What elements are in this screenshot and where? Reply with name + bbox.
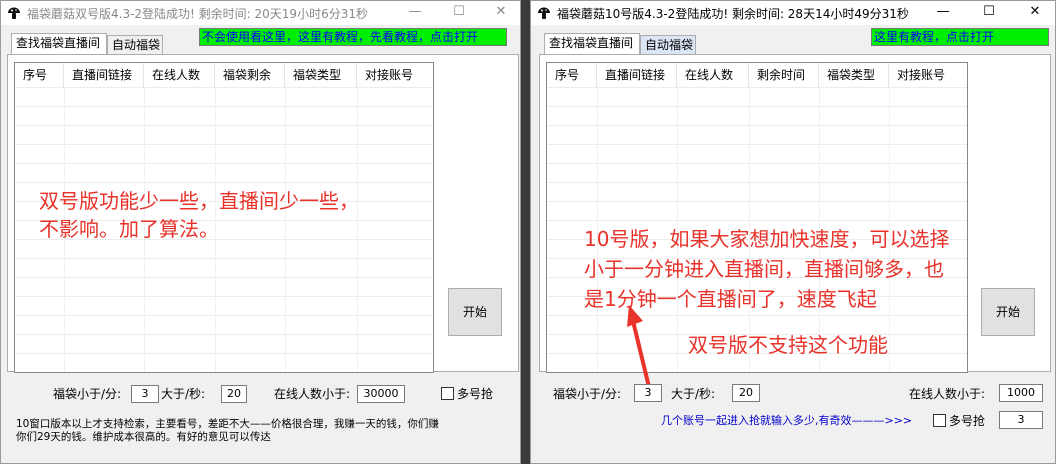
mushroom-icon [8,7,20,19]
info-line: 你们29天的钱。维护成本很高的。有好的意见可以传达 [16,431,271,443]
multi-account-hint: 几个账号一起进入抢就输入多少,有奇效———>>> [661,414,913,427]
room-list[interactable]: 序号 直播间链接 在线人数 剩余时间 福袋类型 对接账号 [546,62,968,373]
start-button[interactable]: 开始 [981,288,1035,336]
label-bag-lt-min: 福袋小于/分: [53,387,122,401]
label-gt-sec: 大于/秒: [161,387,206,401]
close-icon[interactable]: ✕ [1015,1,1055,25]
close-icon[interactable]: ✕ [481,1,520,25]
start-button[interactable]: 开始 [448,288,502,336]
annotation-line: 10号版，如果大家想加快速度，可以选择 [584,227,950,251]
col-bag-remaining[interactable]: 福袋剩余 [215,63,285,87]
label-bag-lt-min: 福袋小于/分: [553,387,622,401]
title-bar[interactable]: 福袋蘑菇双号版4.3-2登陆成功! 剩余时间: 20天19小时6分31秒 — ☐… [1,1,520,25]
label-gt-sec: 大于/秒: [671,387,716,401]
tab-auto-bag[interactable]: 自动福袋 [640,35,696,54]
maximize-icon[interactable]: ☐ [439,1,479,25]
col-bag-type[interactable]: 福袋类型 [819,63,889,87]
arrow-up-icon [627,305,651,388]
online-lt-input[interactable]: 30000 [357,385,405,403]
col-index[interactable]: 序号 [15,63,64,87]
label-online-lt: 在线人数小于: [274,387,351,401]
col-bag-type[interactable]: 福袋类型 [285,63,357,87]
annotation-line: 不影响。加了算法。 [39,217,219,241]
col-account[interactable]: 对接账号 [357,63,433,87]
list-header: 序号 直播间链接 在线人数 福袋剩余 福袋类型 对接账号 [15,63,433,88]
window-title: 福袋蘑菇双号版4.3-2登陆成功! 剩余时间: 20天19小时6分31秒 [27,7,368,21]
multi-account-checkbox[interactable] [441,387,454,400]
label-online-lt: 在线人数小于: [909,387,986,401]
window-double: 福袋蘑菇双号版4.3-2登陆成功! 剩余时间: 20天19小时6分31秒 — ☐… [0,0,521,464]
annotation-line: 双号版功能少一些，直播间少一些， [39,189,359,213]
col-account[interactable]: 对接账号 [889,63,967,87]
tab-find-room[interactable]: 查找福袋直播间 [11,33,107,54]
minimize-icon[interactable]: — [923,1,963,25]
col-online[interactable]: 在线人数 [677,63,749,87]
minimize-icon[interactable]: — [395,1,435,25]
col-index[interactable]: 序号 [547,63,597,87]
window-title: 福袋蘑菇10号版4.3-2登陆成功! 剩余时间: 28天14小时49分31秒 [557,7,909,21]
col-divider [285,87,286,372]
annotation-line: 小于一分钟进入直播间，直播间够多，也 [584,257,944,281]
mushroom-icon [538,7,550,19]
multi-account-checkbox[interactable] [933,414,946,427]
maximize-icon[interactable]: ☐ [969,1,1009,25]
info-line: 10窗口版本以上才支持检索，主要看号，差距不大——价格很合理，我赚一天的钱，你们… [16,418,439,430]
col-online[interactable]: 在线人数 [144,63,215,87]
gt-sec-input[interactable]: 20 [732,384,760,402]
col-divider [357,87,358,372]
window-ten: 福袋蘑菇10号版4.3-2登陆成功! 剩余时间: 28天14小时49分31秒 —… [530,0,1056,464]
multi-account-count-input[interactable]: 3 [999,411,1043,429]
title-bar[interactable]: 福袋蘑菇10号版4.3-2登陆成功! 剩余时间: 28天14小时49分31秒 —… [531,1,1055,25]
tab-auto-bag[interactable]: 自动福袋 [107,35,163,54]
online-lt-input[interactable]: 1000 [999,384,1043,402]
tutorial-notice[interactable]: 不会使用看这里，这里有教程，先看教程，点击打开 [199,28,507,46]
annotation-note: 双号版不支持这个功能 [688,333,888,357]
tab-find-room[interactable]: 查找福袋直播间 [544,33,640,54]
bag-lt-min-input[interactable]: 3 [634,384,662,402]
label-multi: 多号抢 [457,387,494,401]
label-multi: 多号抢 [949,414,986,428]
gt-sec-input[interactable]: 20 [221,385,247,403]
bag-lt-min-input[interactable]: 3 [131,385,159,403]
col-room-link[interactable]: 直播间链接 [597,63,677,87]
list-header: 序号 直播间链接 在线人数 剩余时间 福袋类型 对接账号 [547,63,967,88]
col-room-link[interactable]: 直播间链接 [64,63,144,87]
col-remaining-time[interactable]: 剩余时间 [749,63,819,87]
tutorial-notice[interactable]: 这里有教程，点击打开 [871,28,1049,46]
